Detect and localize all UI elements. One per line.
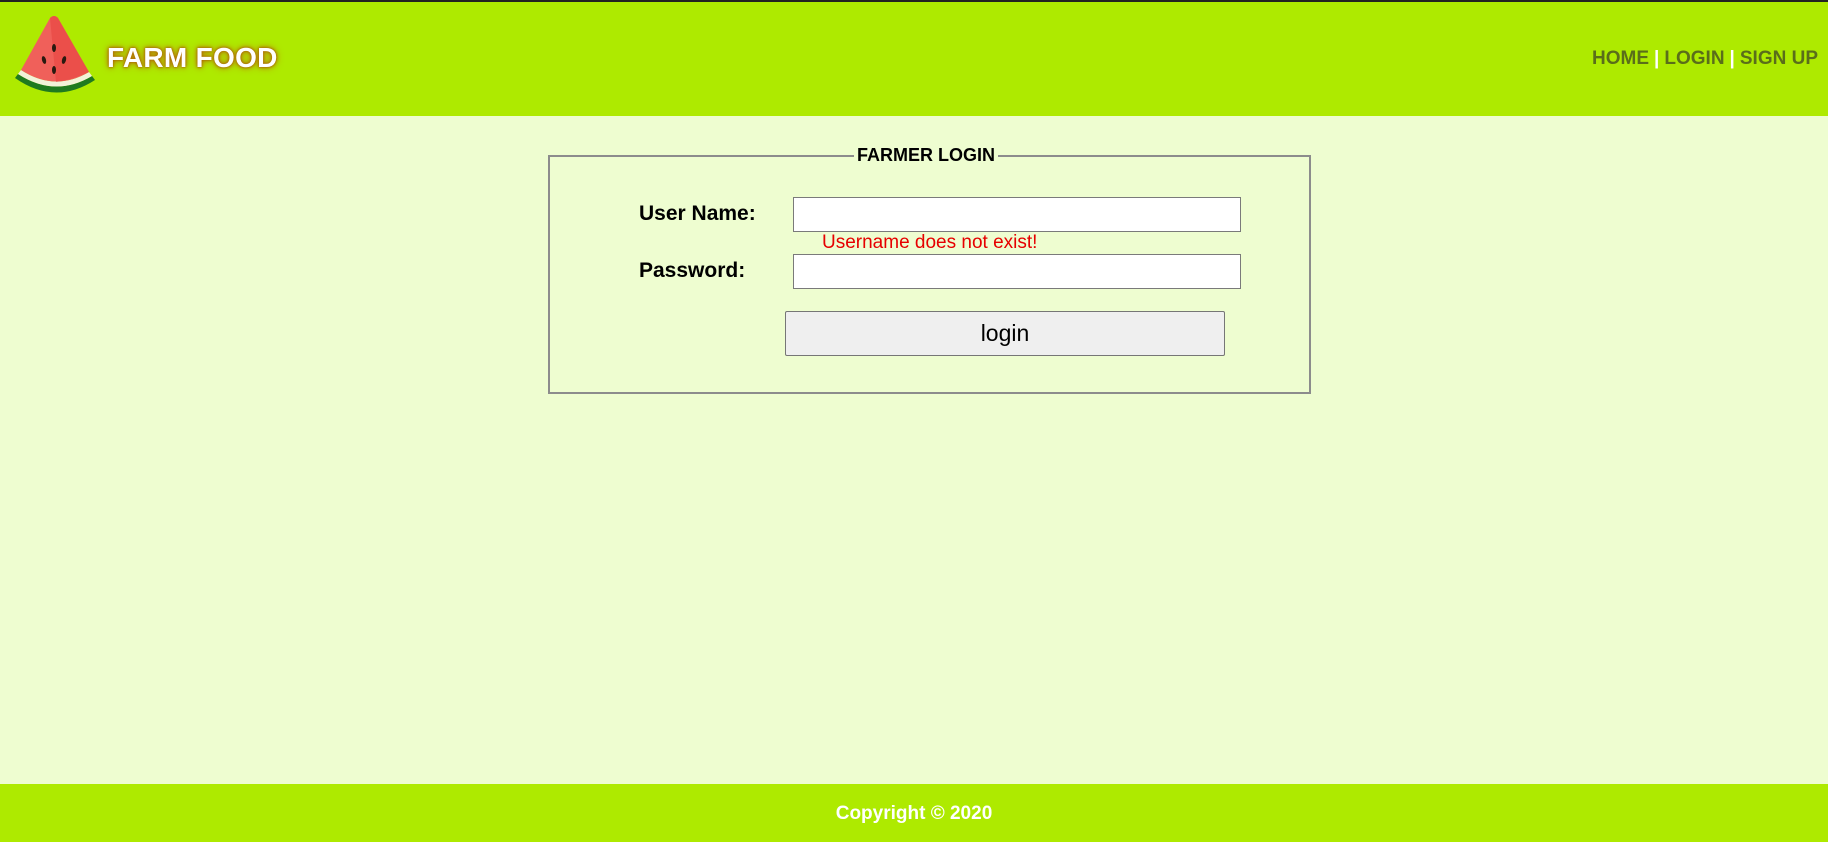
password-input[interactable] — [793, 254, 1241, 289]
username-label: User Name: — [639, 202, 756, 225]
page: FARM FOOD HOME | LOGIN | SIGN UP FARMER LOGI… — [0, 0, 1828, 842]
username-input[interactable] — [793, 197, 1241, 232]
nav-home-link[interactable]: HOME — [1592, 48, 1649, 69]
site-footer: Copyright © 2020 — [0, 784, 1828, 842]
login-legend: FARMER LOGIN — [854, 145, 998, 166]
nav-signup-link[interactable]: SIGN UP — [1740, 48, 1818, 69]
watermelon-icon[interactable] — [12, 14, 98, 96]
password-label: Password: — [639, 259, 746, 282]
nav-separator: | — [1729, 48, 1735, 69]
login-fieldset: FARMER LOGIN User Name: Username does no… — [548, 145, 1311, 394]
nav-separator: | — [1654, 48, 1660, 69]
site-brand[interactable]: FARM FOOD — [107, 42, 278, 74]
copyright-text: Copyright © 2020 — [835, 803, 993, 824]
top-nav: HOME | LOGIN | SIGN UP — [1592, 48, 1818, 70]
username-error-message: Username does not exist! — [822, 232, 1038, 253]
login-button[interactable]: login — [785, 311, 1225, 356]
site-header: FARM FOOD HOME | LOGIN | SIGN UP — [0, 0, 1828, 116]
nav-login-link[interactable]: LOGIN — [1664, 48, 1724, 69]
